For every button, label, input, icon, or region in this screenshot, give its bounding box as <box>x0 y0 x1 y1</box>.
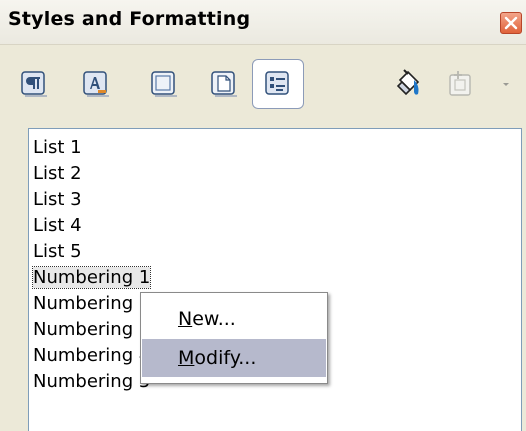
list-item[interactable]: Numbering 4 <box>33 343 150 369</box>
styles-list[interactable]: List 1 List 2 List 3 List 4 List 5 Numbe… <box>28 128 522 431</box>
list-item[interactable]: List 1 <box>33 135 82 161</box>
paint-bucket-icon <box>396 69 420 96</box>
menu-item-modify[interactable]: Modify... <box>142 339 326 377</box>
list-styles-button[interactable] <box>252 59 304 109</box>
window-title: Styles and Formatting <box>8 8 251 30</box>
character-styles-icon <box>83 71 109 97</box>
list-item[interactable]: List 2 <box>33 161 82 187</box>
paragraph-styles-button[interactable] <box>16 66 52 102</box>
frame-styles-button[interactable] <box>146 66 182 102</box>
list-item[interactable]: List 5 <box>33 239 82 265</box>
list-styles-icon <box>265 71 289 95</box>
list-item[interactable]: List 4 <box>33 213 82 239</box>
list-item[interactable]: Numbering <box>33 291 133 317</box>
paragraph-styles-icon <box>21 71 47 97</box>
page-styles-icon <box>211 71 237 97</box>
style-toolbar <box>0 44 526 120</box>
close-icon <box>504 16 518 30</box>
frame-styles-icon <box>151 71 177 97</box>
fill-format-mode-button[interactable] <box>390 66 426 102</box>
context-menu: New... Modify... <box>140 292 328 384</box>
page-styles-button[interactable] <box>206 66 242 102</box>
menu-item-new[interactable]: New... <box>142 300 326 338</box>
new-style-icon <box>449 71 471 96</box>
character-styles-button[interactable] <box>78 66 114 102</box>
new-style-from-selection-button[interactable] <box>444 66 480 102</box>
list-item[interactable]: List 3 <box>33 187 82 213</box>
close-button[interactable] <box>500 12 522 34</box>
new-style-dropdown-button[interactable] <box>496 66 516 102</box>
list-item[interactable]: Numbering 5 <box>33 369 150 395</box>
list-item[interactable]: Numbering <box>33 317 133 343</box>
styles-and-formatting-window: Styles and Formatting List 1 List 2 List… <box>0 0 526 431</box>
title-bar[interactable]: Styles and Formatting <box>0 0 526 45</box>
chevron-down-icon <box>503 83 509 86</box>
list-item-selected[interactable]: Numbering 1 <box>31 265 152 291</box>
